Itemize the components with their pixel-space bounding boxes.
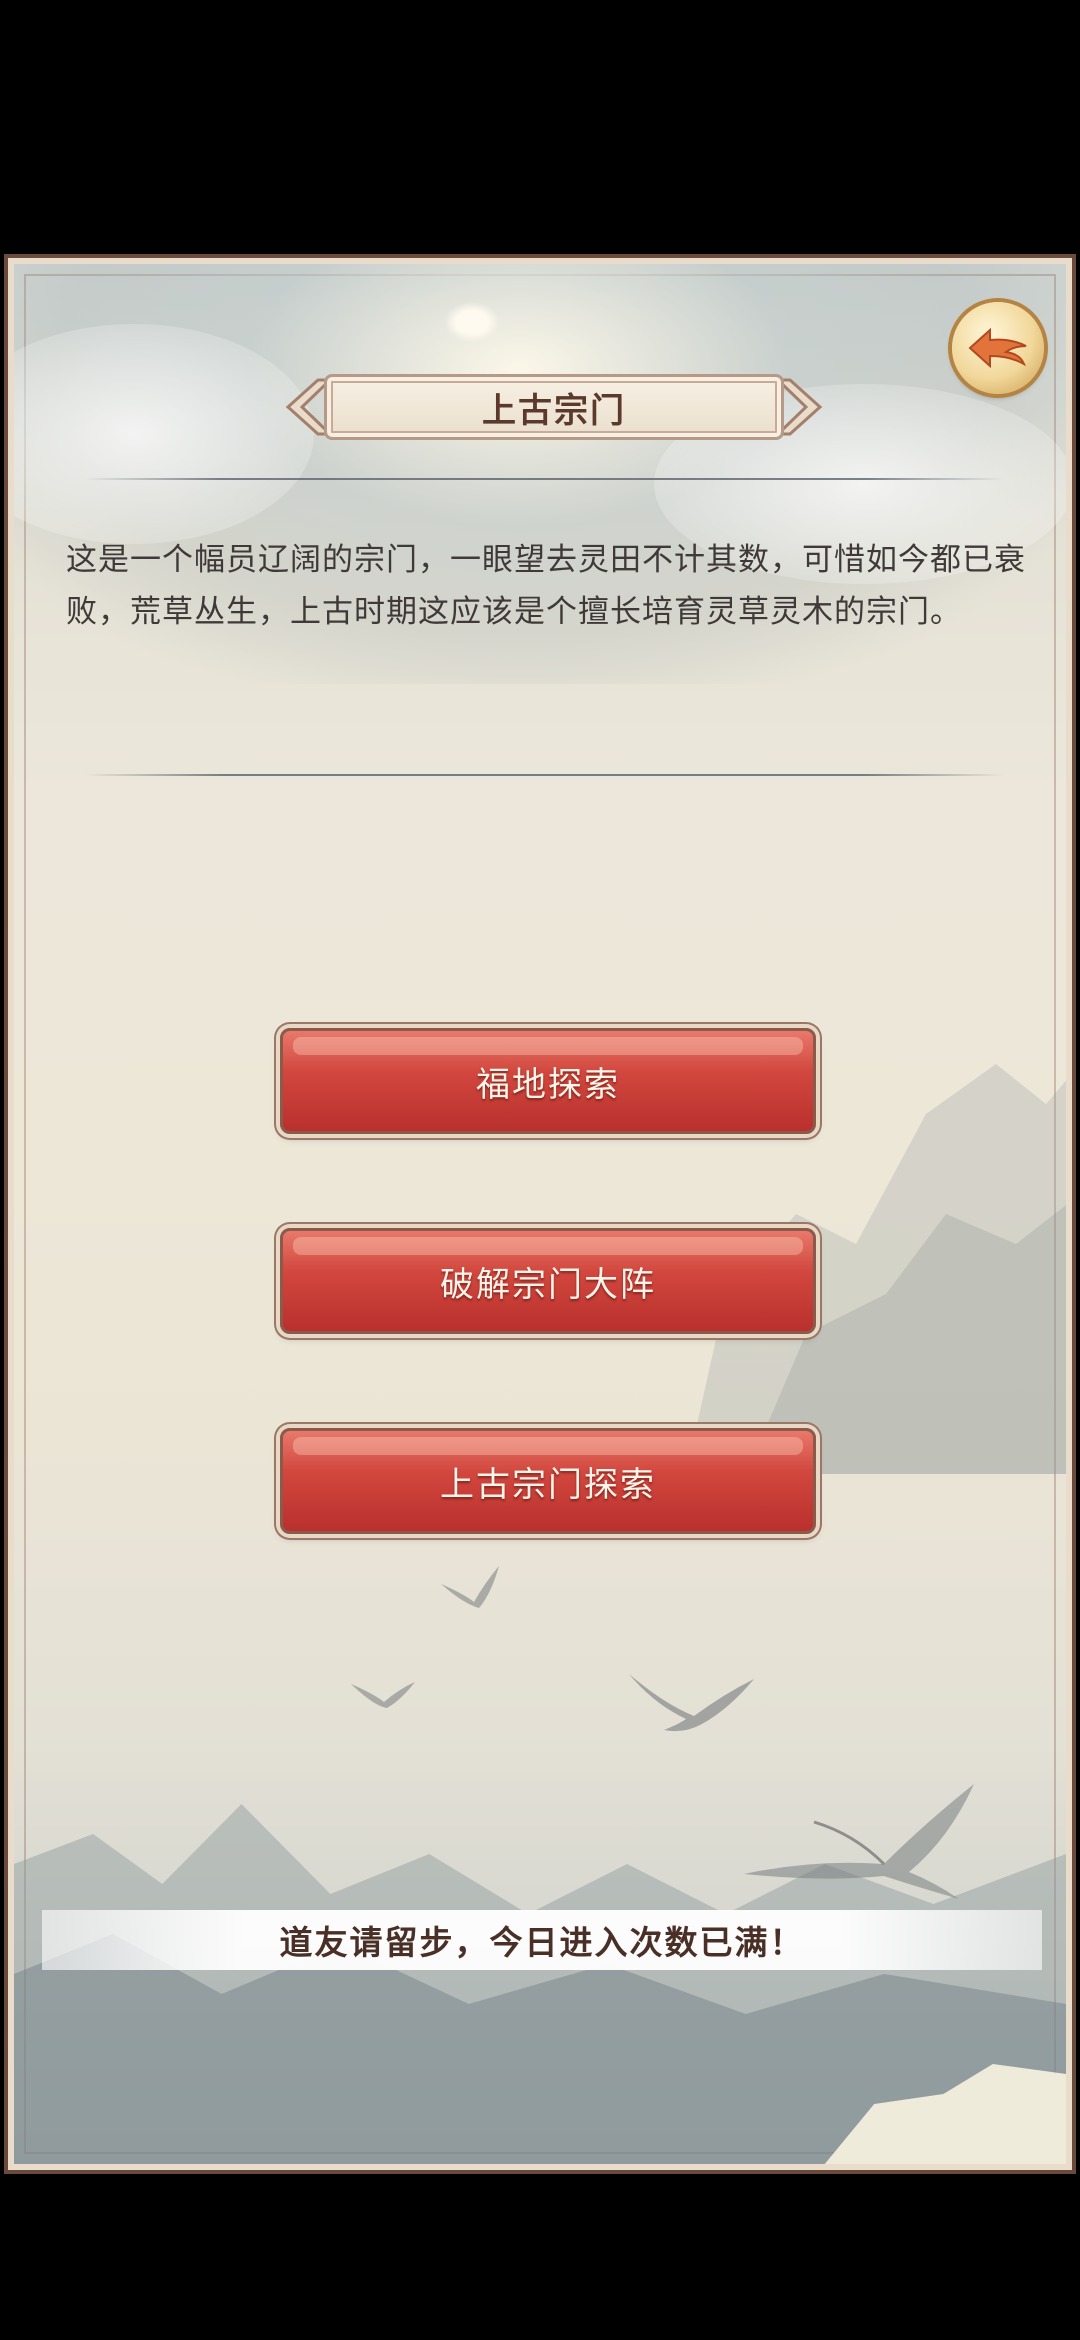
sect-description: 这是一个幅员辽阔的宗门，一眼望去灵田不计其数，可惜如今都已衰败，荒草丛生，上古时… <box>66 542 1026 630</box>
entry-limit-notice: 道友请留步，今日进入次数已满！ <box>42 1910 1042 1970</box>
divider-bottom <box>84 774 1004 776</box>
crane-decoration <box>629 1674 754 1732</box>
ancient-sect-explore-button[interactable]: 上古宗门探索 <box>274 1422 822 1540</box>
crane-decoration <box>744 1784 974 1899</box>
crane-decoration <box>441 1566 499 1608</box>
game-panel: 上古宗门 这是一个幅员辽阔的宗门，一眼望去灵田不计其数，可惜如今都已衰败，荒草丛… <box>4 254 1076 2174</box>
crane-decoration <box>351 1682 415 1708</box>
button-label: 福地探索 <box>476 1064 620 1105</box>
sun-glow <box>444 302 500 342</box>
blessed-land-explore-button[interactable]: 福地探索 <box>274 1022 822 1140</box>
title-plate: 上古宗门 <box>284 372 824 442</box>
page-title: 上古宗门 <box>482 390 626 431</box>
mountain-right-decoration <box>686 1064 1066 1474</box>
divider-top <box>84 478 1004 480</box>
button-label: 上古宗门探索 <box>440 1464 656 1505</box>
back-arrow-icon <box>968 327 1027 369</box>
break-formation-button[interactable]: 破解宗门大阵 <box>274 1222 822 1340</box>
back-button[interactable] <box>952 302 1044 394</box>
button-label: 破解宗门大阵 <box>440 1264 656 1305</box>
